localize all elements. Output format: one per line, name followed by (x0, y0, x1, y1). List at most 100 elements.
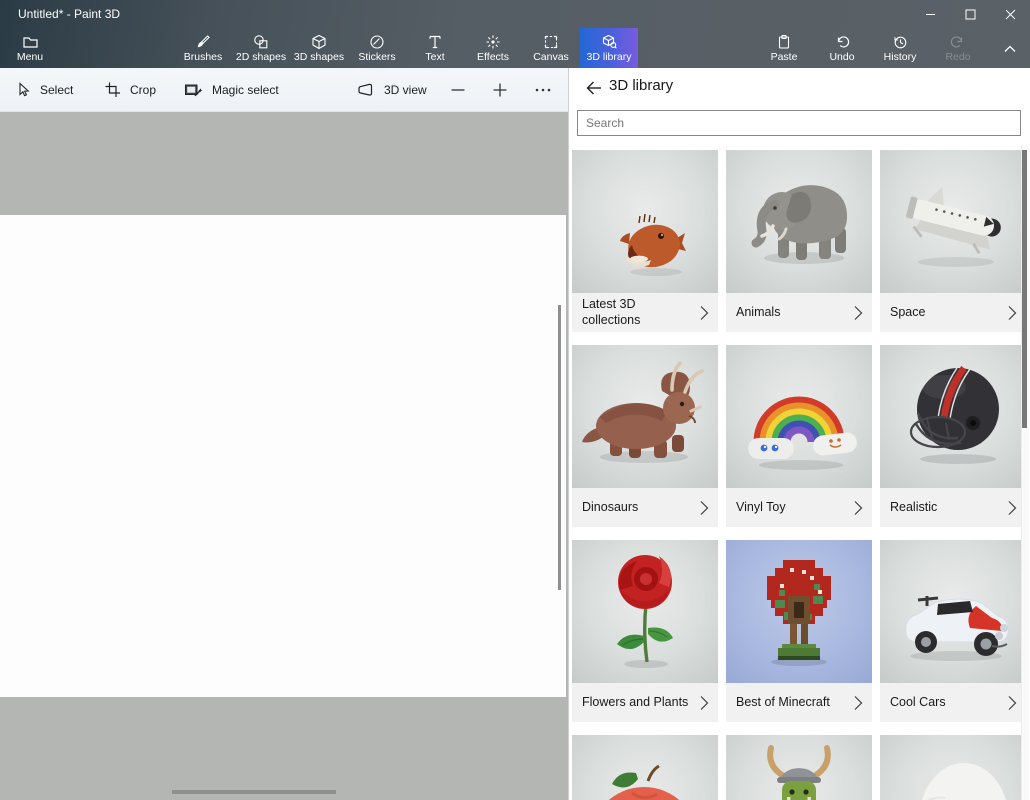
card-caption: Dinosaurs (572, 488, 718, 527)
apple-thumbnail (572, 735, 718, 800)
card-dinosaurs[interactable]: Dinosaurs (572, 345, 718, 527)
canvas-horizontal-scrollbar[interactable] (172, 790, 336, 794)
card-caption: Flowers and Plants (572, 683, 718, 722)
crop-tool[interactable]: Crop (104, 68, 156, 111)
card-space[interactable]: Space (880, 150, 1026, 332)
elephant-thumbnail (726, 150, 872, 293)
minimize-icon (925, 9, 936, 20)
maximize-button[interactable] (950, 0, 990, 28)
canvas-backdrop (0, 112, 568, 800)
mannequin-head-thumbnail (880, 735, 1026, 800)
redo-icon (950, 34, 966, 50)
card-vinyl-toy[interactable]: Vinyl Toy (726, 345, 872, 527)
paste-icon (776, 34, 792, 50)
panel-scrollbar-track[interactable] (1021, 145, 1029, 800)
chevron-right-icon (700, 695, 709, 711)
tab-2d-shapes[interactable]: 2D shapes (232, 28, 290, 68)
card-caption: Best of Minecraft (726, 683, 872, 722)
close-button[interactable] (990, 0, 1030, 28)
card-animals[interactable]: Animals (726, 150, 872, 332)
tab-text[interactable]: Text (406, 28, 464, 68)
tab-effects[interactable]: Effects (464, 28, 522, 68)
zoom-in-button[interactable] (492, 68, 508, 111)
undo-icon (834, 34, 850, 50)
menu-label: Menu (17, 52, 43, 63)
3d-view-icon (356, 82, 375, 98)
minus-icon (450, 82, 466, 98)
canvas-toolbar: Select Crop Magic select 3D view (0, 68, 568, 112)
rose-thumbnail (572, 540, 718, 683)
card-head-partial[interactable] (880, 735, 1026, 800)
paint3d-window: Untitled* - Paint 3D Menu Brushes 2 (0, 0, 1030, 800)
chevron-right-icon (1008, 695, 1017, 711)
ribbon-history-tools: Paste Undo History Redo (755, 28, 987, 68)
3d-library-icon (601, 34, 618, 50)
redo-button[interactable]: Redo (929, 28, 987, 68)
ribbon-tools: Brushes 2D shapes 3D shapes Stickers Tex… (174, 28, 638, 68)
tab-3d-shapes[interactable]: 3D shapes (290, 28, 348, 68)
zoom-out-button[interactable] (450, 68, 466, 111)
2d-shapes-icon (253, 34, 269, 50)
panel-scrollbar-thumb[interactable] (1022, 150, 1027, 428)
3d-shapes-icon (311, 34, 327, 50)
collapse-ribbon-button[interactable] (995, 36, 1025, 62)
fish-thumbnail (572, 150, 718, 293)
select-tool[interactable]: Select (14, 68, 73, 111)
undo-button[interactable]: Undo (813, 28, 871, 68)
magic-select-icon (184, 82, 203, 98)
chevron-right-icon (700, 500, 709, 516)
window-title: Untitled* - Paint 3D (18, 7, 120, 21)
tab-3d-library[interactable]: 3D library (580, 28, 638, 68)
panel-title: 3D library (609, 77, 673, 94)
tab-stickers[interactable]: Stickers (348, 28, 406, 68)
menu-button[interactable]: Menu (6, 28, 54, 68)
stickers-icon (369, 34, 385, 50)
canvas-vertical-scrollbar[interactable] (558, 305, 561, 590)
card-caption: Space (880, 293, 1026, 332)
chevron-right-icon (700, 305, 709, 321)
more-options-button[interactable] (534, 68, 552, 111)
car-thumbnail (880, 540, 1026, 683)
card-realistic[interactable]: Realistic (880, 345, 1026, 527)
3d-library-panel: 3D library (568, 68, 1030, 800)
history-button[interactable]: History (871, 28, 929, 68)
card-apple-partial[interactable] (572, 735, 718, 800)
card-flowers-and-plants[interactable]: Flowers and Plants (572, 540, 718, 722)
drawing-canvas[interactable] (0, 215, 566, 697)
maximize-icon (965, 9, 976, 20)
search-input[interactable] (577, 110, 1021, 136)
library-card-grid: Latest 3D collections (572, 150, 1026, 800)
tab-brushes[interactable]: Brushes (174, 28, 232, 68)
window-controls (910, 0, 1030, 28)
3d-view-tool[interactable]: 3D view (356, 68, 427, 111)
plus-icon (492, 82, 508, 98)
paste-button[interactable]: Paste (755, 28, 813, 68)
magic-select-tool[interactable]: Magic select (184, 68, 279, 111)
card-caption: Realistic (880, 488, 1026, 527)
minimize-button[interactable] (910, 0, 950, 28)
tab-canvas[interactable]: Canvas (522, 28, 580, 68)
space-shuttle-thumbnail (880, 150, 1026, 293)
card-caption: Animals (726, 293, 872, 332)
3d-view-label: 3D view (384, 83, 427, 97)
crop-label: Crop (130, 83, 156, 97)
card-best-of-minecraft[interactable]: Best of Minecraft (726, 540, 872, 722)
brushes-icon (195, 34, 211, 50)
menu-icon (22, 34, 39, 50)
card-orc-partial[interactable] (726, 735, 872, 800)
magic-select-label: Magic select (212, 83, 279, 97)
card-latest-3d-collections[interactable]: Latest 3D collections (572, 150, 718, 332)
crop-icon (104, 81, 121, 98)
card-cool-cars[interactable]: Cool Cars (880, 540, 1026, 722)
back-button[interactable] (579, 74, 609, 102)
title-bar-and-ribbon: Untitled* - Paint 3D Menu Brushes 2 (0, 0, 1030, 68)
select-label: Select (40, 83, 73, 97)
close-icon (1005, 9, 1016, 20)
back-arrow-icon (585, 80, 603, 96)
chevron-right-icon (854, 305, 863, 321)
text-icon (427, 34, 443, 50)
card-caption: Latest 3D collections (572, 293, 718, 332)
effects-icon (485, 34, 501, 50)
minecraft-tree-thumbnail (726, 540, 872, 683)
chevron-up-icon (1003, 44, 1017, 54)
